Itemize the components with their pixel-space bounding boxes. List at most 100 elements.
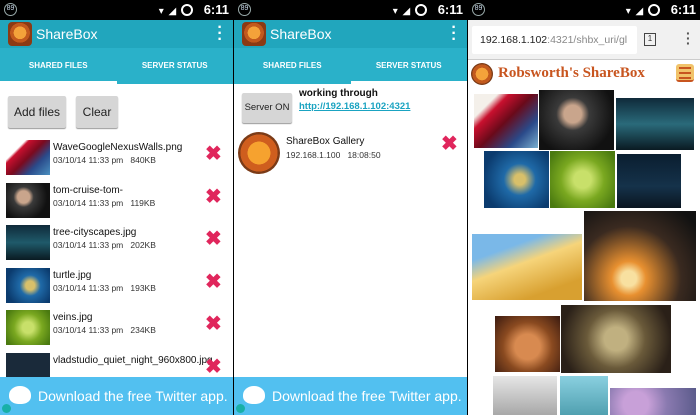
battery-icon bbox=[181, 4, 193, 16]
tab-shared-files[interactable]: SHARED FILES bbox=[0, 48, 117, 84]
twitter-ad-text: Download the free Twitter app. bbox=[38, 388, 228, 404]
app-logo-icon bbox=[8, 22, 32, 46]
file-meta: 03/10/14 11:33 pm 119KB bbox=[53, 197, 156, 208]
delete-icon[interactable]: ✖ bbox=[441, 134, 458, 154]
list-item[interactable]: turtle.jpg 03/10/14 11:33 pm 193KB ✖ bbox=[0, 264, 233, 307]
file-name: tom-cruise-tom- bbox=[53, 184, 124, 196]
file-name: WaveGoogleNexusWalls.png bbox=[53, 142, 183, 153]
gallery-image[interactable] bbox=[550, 151, 615, 208]
gallery-client-item[interactable]: ShareBox Gallery 192.168.1.100 18:08:50 … bbox=[234, 130, 467, 180]
server-row: Server ON working through http://192.168… bbox=[234, 84, 467, 130]
gallery-image[interactable] bbox=[474, 94, 538, 148]
tab-server-status[interactable]: SERVER STATUS bbox=[350, 48, 467, 84]
action-row: Add files Clear bbox=[0, 84, 233, 136]
list-item[interactable]: WaveGoogleNexusWalls.png 03/10/14 11:33 … bbox=[0, 136, 233, 179]
browser-toolbar: 192.168.1.102:4321/shbx_uri/gl 1 · · · bbox=[468, 20, 700, 60]
twitter-ad-banner[interactable]: Download the free Twitter app. bbox=[0, 377, 233, 415]
file-meta: 03/10/14 11:33 pm 202KB bbox=[53, 240, 156, 250]
battery-icon bbox=[415, 4, 427, 16]
file-thumbnail bbox=[6, 310, 50, 345]
gallery-image[interactable] bbox=[584, 211, 696, 301]
twitter-bird-icon bbox=[9, 386, 31, 404]
address-bar[interactable]: 192.168.1.102:4321/shbx_uri/gl bbox=[472, 26, 637, 54]
battery-icon bbox=[648, 4, 660, 16]
server-url-link[interactable]: http://192.168.1.102:4321 bbox=[299, 101, 410, 112]
file-meta: 03/10/14 11:33 pm 234KB bbox=[53, 325, 156, 335]
list-item[interactable]: veins.jpg 03/10/14 11:33 pm 234KB ✖ bbox=[0, 306, 233, 349]
gallery-image[interactable] bbox=[472, 234, 582, 300]
ad-info-icon[interactable] bbox=[2, 404, 11, 413]
delete-icon[interactable]: ✖ bbox=[205, 187, 222, 207]
delete-icon[interactable]: ✖ bbox=[205, 144, 222, 164]
twitter-ad-text: Download the free Twitter app. bbox=[272, 388, 462, 404]
sharebox-logo-icon bbox=[471, 63, 493, 85]
page-menu-icon[interactable] bbox=[676, 64, 694, 82]
gallery-image[interactable] bbox=[617, 154, 681, 208]
url-host: 192.168.1.102 bbox=[480, 34, 548, 46]
screen-browser-gallery: 89 ▾ ◢ 6:11 192.168.1.102:4321/shbx_uri/… bbox=[468, 0, 700, 415]
sharebox-gallery-icon bbox=[238, 132, 280, 174]
tab-server-status[interactable]: SERVER STATUS bbox=[117, 48, 234, 84]
gallery-image[interactable] bbox=[484, 151, 549, 208]
gallery-image[interactable] bbox=[493, 376, 557, 415]
url-path: :4321/shbx_uri/gl bbox=[547, 34, 628, 46]
screen-shared-files: 89 ▾ ◢ 6:11 ShareBox · · · SHARED FILES SE… bbox=[0, 0, 233, 415]
gallery-name: ShareBox Gallery bbox=[286, 136, 365, 147]
file-name: veins.jpg bbox=[53, 312, 93, 323]
twitter-ad-banner[interactable]: Download the free Twitter app. bbox=[234, 377, 467, 415]
ad-info-icon[interactable] bbox=[236, 404, 245, 413]
add-files-button[interactable]: Add files bbox=[8, 96, 66, 128]
clock: 6:11 bbox=[437, 2, 463, 17]
clock: 6:11 bbox=[203, 2, 229, 17]
file-list: WaveGoogleNexusWalls.png 03/10/14 11:33 … bbox=[0, 136, 233, 391]
gallery-image[interactable] bbox=[539, 90, 614, 150]
file-name: tree-cityscapes.jpg bbox=[53, 227, 137, 238]
delete-icon[interactable]: ✖ bbox=[205, 357, 222, 377]
file-thumbnail bbox=[6, 182, 50, 218]
app-logo-icon bbox=[242, 22, 266, 46]
signal-icons: ▾ ◢ bbox=[393, 4, 427, 17]
app-title: ShareBox bbox=[270, 26, 332, 42]
list-item[interactable]: tree-cityscapes.jpg 03/10/14 11:33 pm 20… bbox=[0, 221, 233, 264]
server-toggle-button[interactable]: Server ON bbox=[242, 93, 292, 123]
overflow-menu-icon[interactable]: · · · bbox=[217, 20, 223, 48]
file-thumbnail bbox=[6, 140, 50, 175]
overflow-menu-icon[interactable]: · · · bbox=[451, 20, 457, 48]
gallery-image[interactable] bbox=[610, 388, 696, 415]
status-bar: 89 ▾ ◢ 6:11 bbox=[0, 0, 233, 20]
notification-badge: 89 bbox=[238, 3, 251, 16]
status-bar: 89 ▾ ◢ 6:11 bbox=[234, 0, 467, 20]
tab-switcher-button[interactable]: 1 bbox=[644, 33, 656, 46]
tab-shared-files[interactable]: SHARED FILES bbox=[234, 48, 351, 84]
app-title: ShareBox bbox=[36, 26, 98, 42]
app-bar: ShareBox · · · bbox=[0, 20, 233, 48]
clock: 6:11 bbox=[670, 2, 696, 17]
list-item[interactable]: tom-cruise-tom- 03/10/14 11:33 pm 119KB … bbox=[0, 179, 233, 222]
browser-menu-icon[interactable]: · · · bbox=[686, 26, 691, 50]
signal-icons: ▾ ◢ bbox=[626, 4, 660, 17]
file-thumbnail bbox=[6, 225, 50, 260]
clear-button[interactable]: Clear bbox=[76, 96, 118, 128]
file-meta: 03/10/14 11:33 pm 193KB bbox=[53, 282, 156, 293]
twitter-bird-icon bbox=[243, 386, 265, 404]
notification-badge: 89 bbox=[472, 3, 485, 16]
tab-bar: SHARED FILES SERVER STATUS bbox=[0, 48, 233, 84]
delete-icon[interactable]: ✖ bbox=[205, 229, 222, 249]
gallery-image[interactable] bbox=[560, 376, 608, 415]
file-meta: 03/10/14 11:33 pm 840KB bbox=[53, 155, 156, 165]
gallery-image[interactable] bbox=[495, 316, 560, 372]
working-through-label: working through bbox=[299, 88, 378, 99]
notification-badge: 89 bbox=[4, 3, 17, 16]
file-name: vladstudio_quiet_night_960x800.jpg bbox=[53, 354, 213, 366]
delete-icon[interactable]: ✖ bbox=[205, 314, 222, 334]
app-bar: ShareBox · · · bbox=[234, 20, 467, 48]
page-title: Robsworth's ShareBox bbox=[498, 65, 645, 81]
gallery-image[interactable] bbox=[561, 305, 671, 373]
file-thumbnail bbox=[6, 267, 50, 303]
screen-server-status: 89 ▾ ◢ 6:11 ShareBox · · · SHARED FILES SE… bbox=[234, 0, 467, 415]
gallery-image[interactable] bbox=[616, 98, 694, 150]
page-header: Robsworth's ShareBox bbox=[468, 60, 700, 88]
delete-icon[interactable]: ✖ bbox=[205, 272, 222, 292]
status-bar: 89 ▾ ◢ 6:11 bbox=[468, 0, 700, 20]
tab-bar: SHARED FILES SERVER STATUS bbox=[234, 48, 467, 84]
